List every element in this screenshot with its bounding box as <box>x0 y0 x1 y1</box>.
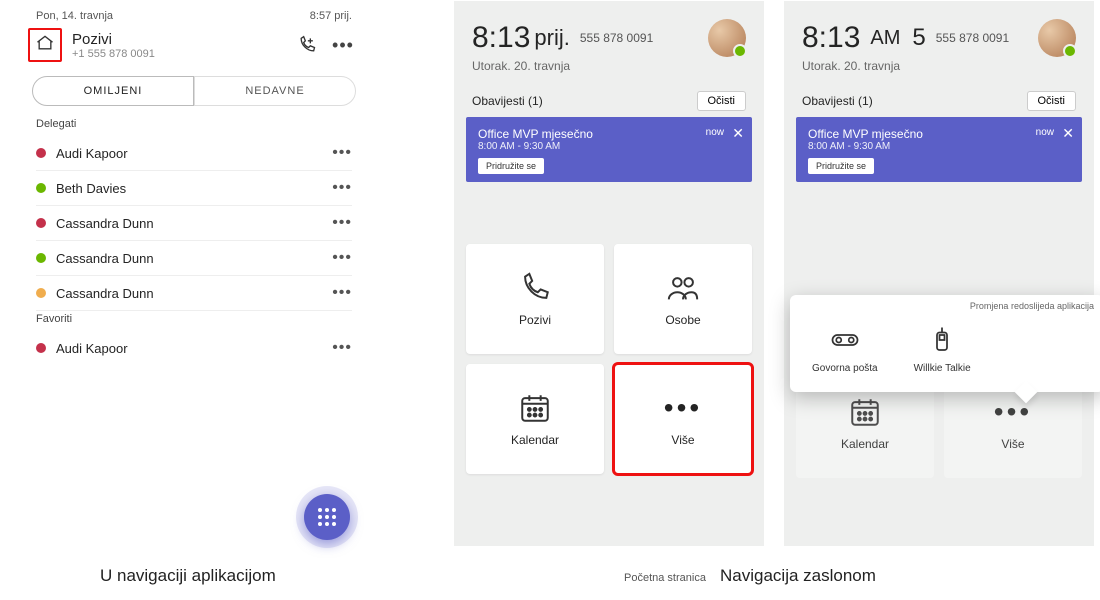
tab-recent[interactable]: NEDAVNE <box>194 76 356 106</box>
phone-home-more: 8:13 prij. 555 878 0091 Utorak. 20. trav… <box>454 1 764 546</box>
caption-screen-nav: Navigacija zaslonom <box>720 566 876 586</box>
join-button[interactable]: Pridružite se <box>808 158 874 174</box>
reorder-link[interactable]: Promjena redoslijeda aplikacija <box>970 301 1094 311</box>
app-voicemail[interactable]: Govorna pošta <box>812 325 878 374</box>
tile-more[interactable]: ••• Više <box>614 364 752 474</box>
row-more[interactable]: ••• <box>332 339 352 357</box>
clear-button[interactable]: Očisti <box>697 91 747 111</box>
status-time: 8:57 prij. <box>310 10 352 22</box>
dismiss-icon[interactable]: ✕ <box>732 125 744 142</box>
avatar[interactable] <box>1038 19 1076 57</box>
phone-plus-icon <box>297 35 317 55</box>
meeting-card[interactable]: Office MVP mjesečno 8:00 AM - 9:30 AM no… <box>466 117 752 182</box>
more-apps-popover: Promjena redoslijeda aplikacija Govorna … <box>790 295 1100 392</box>
presence-icon <box>36 253 46 263</box>
caption-app-nav: U navigaciji aplikacijom <box>100 566 276 586</box>
contact-row[interactable]: Audi Kapoor••• <box>14 331 374 365</box>
people-icon <box>666 271 700 305</box>
tab-favorites[interactable]: OMILJENI <box>32 76 194 106</box>
tile-people[interactable]: Osobe <box>614 244 752 354</box>
notifications-label: Obavijesti (1) <box>802 94 873 108</box>
row-more[interactable]: ••• <box>332 284 352 302</box>
phone-number: 555 878 0091 <box>936 31 1009 45</box>
presence-icon <box>36 343 46 353</box>
date-label: Utorak. 20. travnja <box>802 59 1076 73</box>
segmented-control: OMILJENI NEDAVNE <box>32 76 356 106</box>
caption-home: Početna stranica <box>624 572 706 584</box>
avatar[interactable] <box>708 19 746 57</box>
phone-home-popover: 8:13 AM 5 555 878 0091 Utorak. 20. travn… <box>784 1 1094 546</box>
contact-row[interactable]: Cassandra Dunn••• <box>14 241 374 275</box>
row-more[interactable]: ••• <box>332 144 352 162</box>
screen-title: Pozivi <box>72 31 284 48</box>
event-time: 8:00 AM - 9:30 AM <box>808 141 1070 152</box>
screen-subtitle: +1 555 878 0091 <box>72 48 284 60</box>
presence-icon <box>36 288 46 298</box>
clock-time: 8:13 <box>802 21 860 55</box>
presence-icon <box>36 218 46 228</box>
contact-row[interactable]: Cassandra Dunn••• <box>14 206 374 240</box>
event-time: 8:00 AM - 9:30 AM <box>478 141 740 152</box>
presence-icon <box>36 148 46 158</box>
more-button[interactable]: ••• <box>330 32 356 58</box>
home-icon <box>35 33 55 58</box>
join-button[interactable]: Pridružite se <box>478 158 544 174</box>
walkie-talkie-icon <box>927 325 957 355</box>
make-call-button[interactable] <box>294 32 320 58</box>
presence-icon <box>36 183 46 193</box>
home-button[interactable] <box>28 28 62 62</box>
clear-button[interactable]: Očisti <box>1027 91 1077 111</box>
dialpad-icon <box>318 508 336 526</box>
section-delegates: Delegati <box>14 116 374 136</box>
status-bar: Pon, 14. travnja 8:57 prij. <box>14 6 374 28</box>
row-more[interactable]: ••• <box>332 179 352 197</box>
date-label: Utorak. 20. travnja <box>472 59 746 73</box>
phone-app-nav: Pon, 14. travnja 8:57 prij. Pozivi +1 55… <box>14 6 374 554</box>
voicemail-icon <box>830 325 860 355</box>
event-title: Office MVP mjesečno <box>808 127 1070 141</box>
clock-extra: 5 <box>912 24 925 52</box>
row-more[interactable]: ••• <box>332 249 352 267</box>
phone-icon <box>518 271 552 305</box>
status-date: Pon, 14. travnja <box>36 10 113 22</box>
screen-title-block: Pozivi +1 555 878 0091 <box>72 31 284 60</box>
contact-row[interactable]: Beth Davies••• <box>14 171 374 205</box>
app-walkie-talkie[interactable]: Willkie Talkie <box>914 325 971 374</box>
row-more[interactable]: ••• <box>332 214 352 232</box>
calendar-icon <box>518 391 552 425</box>
clock-ampm: AM <box>870 27 900 50</box>
meeting-card[interactable]: Office MVP mjesečno 8:00 AM - 9:30 AM no… <box>796 117 1082 182</box>
contact-row[interactable]: Audi Kapoor••• <box>14 136 374 170</box>
clock-time: 8:13 <box>472 21 530 55</box>
tile-calendar[interactable]: Kalendar <box>466 364 604 474</box>
dismiss-icon[interactable]: ✕ <box>1062 125 1074 142</box>
more-icon: ••• <box>664 391 702 425</box>
contact-row[interactable]: Cassandra Dunn••• <box>14 276 374 310</box>
event-now-badge: now <box>1036 127 1054 138</box>
section-favorites: Favoriti <box>14 311 374 331</box>
event-title: Office MVP mjesečno <box>478 127 740 141</box>
dialpad-fab[interactable] <box>304 494 350 540</box>
phone-number: 555 878 0091 <box>580 31 653 45</box>
calendar-icon <box>848 395 882 429</box>
tile-calls[interactable]: Pozivi <box>466 244 604 354</box>
notifications-label: Obavijesti (1) <box>472 94 543 108</box>
clock-ampm: prij. <box>534 25 569 51</box>
event-now-badge: now <box>706 127 724 138</box>
